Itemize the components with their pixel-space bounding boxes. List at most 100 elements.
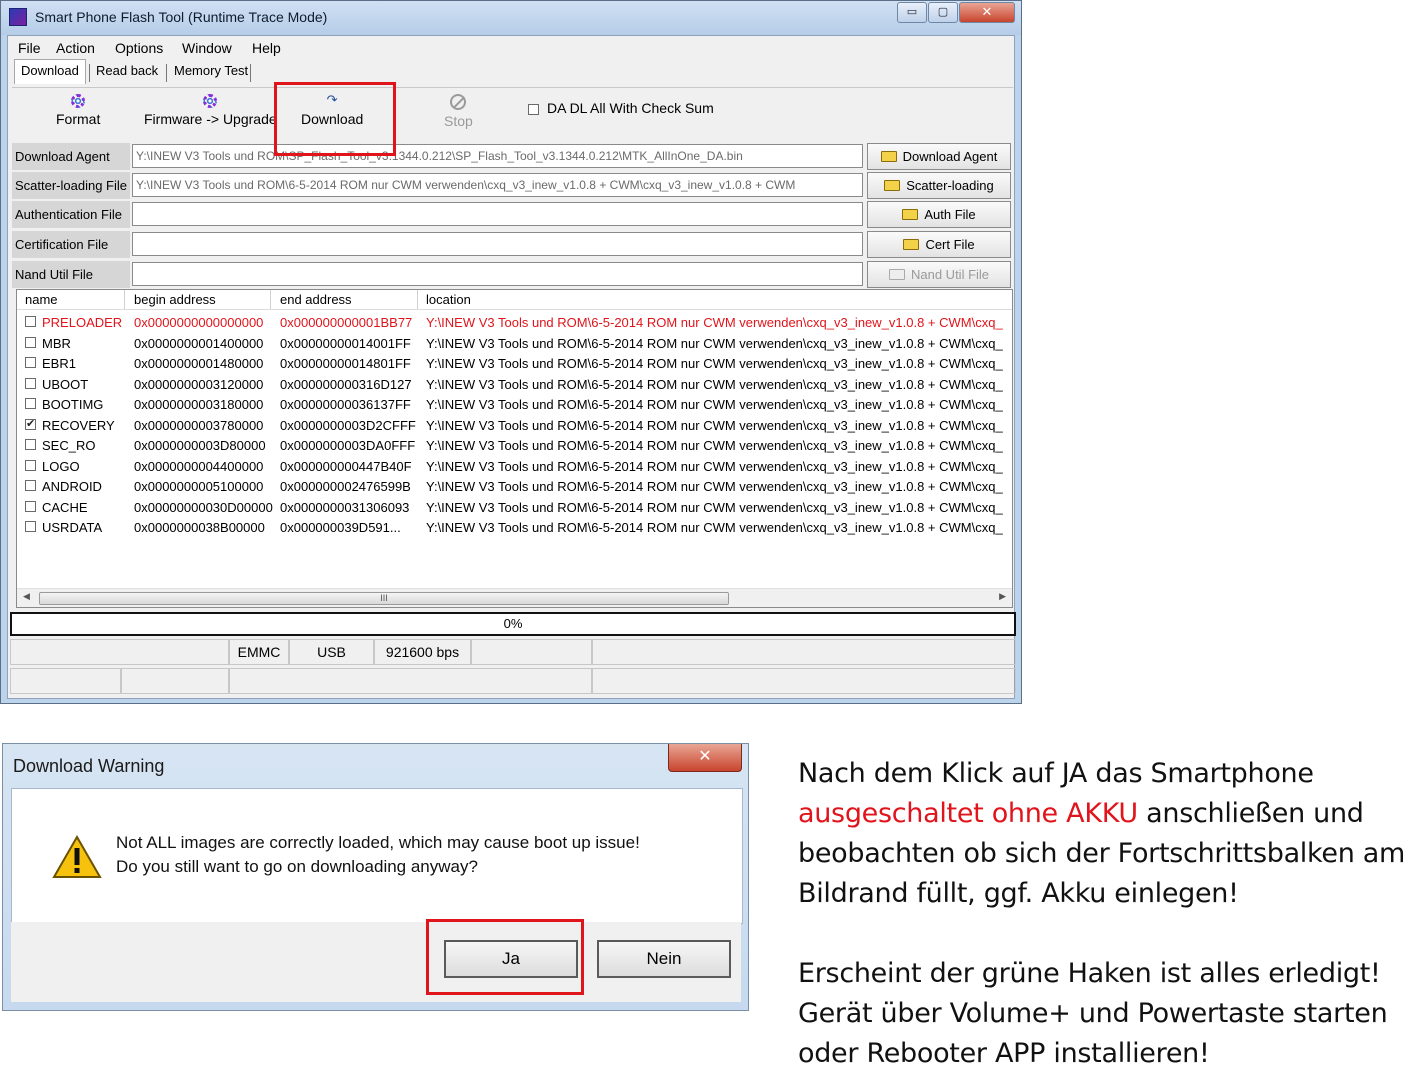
status-baud: 921600 bps	[374, 639, 471, 665]
download-highlight-frame	[274, 82, 396, 156]
column-begin-address[interactable]: begin address	[134, 292, 216, 307]
row-checkbox[interactable]	[25, 336, 36, 348]
row-name: CACHE	[42, 499, 88, 515]
folder-icon	[884, 180, 901, 192]
row-end-address: 0x00000000036137FF	[280, 397, 411, 412]
scatter-loading-field[interactable]: Y:\INEW V3 Tools und ROM\6-5-2014 ROM nu…	[132, 173, 863, 197]
stop-button[interactable]: Stop	[444, 94, 473, 129]
status-cell	[471, 639, 592, 665]
row-checkbox[interactable]	[25, 480, 36, 491]
row-checkbox[interactable]	[25, 398, 36, 409]
maximize-button[interactable]: ▢	[928, 2, 958, 23]
dialog-message: Not ALL images are correctly loaded, whi…	[116, 831, 640, 879]
row-location: Y:\INEW V3 Tools und ROM\6-5-2014 ROM nu…	[426, 417, 1003, 433]
firmware-upgrade-icon	[203, 94, 218, 108]
dialog-close-button[interactable]: ✕	[668, 744, 742, 772]
tab-read-back[interactable]: Read back	[92, 61, 162, 80]
format-button[interactable]: Format	[56, 94, 100, 127]
stop-label: Stop	[444, 113, 473, 129]
table-row[interactable]: PRELOADER 0x0000000000000000 0x00000000000…	[17, 312, 1012, 332]
status-cell	[592, 639, 1016, 665]
folder-icon	[880, 151, 897, 163]
auth-file-button-label: Auth File	[924, 207, 976, 222]
nand-util-field[interactable]	[132, 262, 863, 286]
table-row[interactable]: USRDATA 0x0000000038B00000 0x000000039D591…	[17, 517, 1012, 537]
firmware-upgrade-button[interactable]: Firmware -> Upgrade	[144, 94, 277, 127]
table-row[interactable]: ANDROID 0x0000000005100000 0x0000000024765…	[17, 476, 1012, 496]
row-checkbox[interactable]	[25, 357, 36, 368]
row-begin-address: 0x0000000003D80000	[134, 438, 266, 453]
row-name: USRDATA	[42, 520, 103, 535]
download-agent-field[interactable]: Y:\INEW V3 Tools und ROM\SP_Flash_Tool_v…	[132, 144, 863, 168]
row-location: Y:\INEW V3 Tools und ROM\6-5-2014 ROM nu…	[426, 315, 1003, 330]
instruction-text: Nach dem Klick auf JA das Smartphone ausg…	[798, 754, 1418, 1074]
column-end-address[interactable]: end address	[280, 292, 352, 307]
status-cell	[229, 668, 592, 694]
row-location: Y:\INEW V3 Tools und ROM\6-5-2014 ROM nu…	[426, 376, 1003, 392]
status-cell	[121, 668, 229, 694]
column-separator[interactable]	[270, 290, 271, 309]
row-begin-address: 0x0000000001400000	[134, 335, 264, 351]
nand-util-row: Nand Util File Nand Util File	[12, 261, 1013, 288]
scroll-thumb[interactable]: III	[39, 592, 729, 605]
dialog-title: Download Warning	[13, 756, 165, 776]
cert-file-button[interactable]: Cert File	[867, 231, 1011, 258]
row-checkbox[interactable]	[25, 377, 36, 389]
tab-memory-test[interactable]: Memory Test	[170, 61, 252, 80]
scroll-left-icon[interactable]: ◀	[23, 591, 30, 602]
row-checkbox[interactable]	[25, 459, 36, 471]
format-icon	[71, 94, 86, 108]
no-button[interactable]: Nein	[597, 940, 731, 978]
tab-strip: Download Read back Memory Test	[12, 58, 1014, 84]
auth-file-field[interactable]	[132, 202, 863, 226]
row-checkbox[interactable]	[25, 500, 36, 512]
nand-util-label: Nand Util File	[12, 261, 130, 288]
column-separator[interactable]	[417, 290, 418, 309]
cert-file-field[interactable]	[132, 232, 863, 256]
row-end-address: 0x0000000003D2CFFF	[280, 417, 416, 433]
checksum-option[interactable]: DA DL All With Check Sum	[528, 100, 714, 116]
row-location: Y:\INEW V3 Tools und ROM\6-5-2014 ROM nu…	[426, 438, 1003, 453]
table-row[interactable]: BOOTIMG 0x0000000003180000 0x0000000003613…	[17, 394, 1012, 414]
row-name: BOOTIMG	[42, 397, 104, 412]
menu-action[interactable]: Action	[56, 40, 95, 56]
row-begin-address: 0x0000000005100000	[134, 479, 264, 494]
scatter-loading-button[interactable]: Scatter-loading	[867, 172, 1011, 199]
tab-download[interactable]: Download	[14, 59, 86, 84]
column-name[interactable]: name	[25, 292, 58, 307]
minimize-button[interactable]: ▭	[897, 2, 927, 23]
close-button[interactable]: ✕	[959, 2, 1015, 23]
title-bar[interactable]: Smart Phone Flash Tool (Runtime Trace Mo…	[1, 1, 1021, 35]
nand-util-button[interactable]: Nand Util File	[867, 261, 1011, 288]
row-checkbox[interactable]	[25, 417, 36, 430]
folder-icon	[888, 269, 905, 281]
table-row[interactable]: EBR1 0x0000000001480000 0x00000000014801FF…	[17, 353, 1012, 373]
table-row[interactable]: SEC_RO 0x0000000003D80000 0x0000000003DA0F…	[17, 435, 1012, 455]
instruction-paragraph-1: Nach dem Klick auf JA das Smartphone ausg…	[798, 754, 1418, 914]
column-location[interactable]: location	[426, 292, 471, 307]
row-name: UBOOT	[42, 376, 89, 392]
checksum-label: DA DL All With Check Sum	[547, 100, 714, 116]
nand-util-button-label: Nand Util File	[910, 267, 990, 282]
table-row[interactable]: RECOVERY 0x0000000003780000 0x0000000003D2…	[17, 415, 1012, 435]
table-row[interactable]: MBR 0x0000000001400000 0x00000000014001FF Y…	[17, 333, 1012, 353]
column-separator[interactable]	[124, 290, 125, 309]
menu-window[interactable]: Window	[182, 40, 232, 56]
menu-options[interactable]: Options	[115, 40, 163, 56]
table-row[interactable]: UBOOT 0x0000000003120000 0x000000000316D12…	[17, 374, 1012, 394]
checksum-checkbox[interactable]	[528, 103, 539, 115]
horizontal-scrollbar[interactable]: ◀ III ▶	[17, 588, 1012, 607]
row-location: Y:\INEW V3 Tools und ROM\6-5-2014 ROM nu…	[426, 458, 1003, 474]
row-begin-address: 0x0000000038B00000	[134, 520, 265, 535]
auth-file-button[interactable]: Auth File	[867, 201, 1011, 228]
menu-help[interactable]: Help	[252, 40, 281, 56]
table-row[interactable]: LOGO 0x0000000004400000 0x000000000447B40F…	[17, 456, 1012, 476]
menu-file[interactable]: File	[18, 40, 41, 56]
row-checkbox[interactable]	[25, 521, 36, 532]
row-checkbox[interactable]	[25, 316, 36, 327]
scroll-right-icon[interactable]: ▶	[999, 591, 1006, 602]
row-checkbox[interactable]	[25, 439, 36, 450]
download-agent-button[interactable]: Download Agent	[867, 143, 1011, 170]
table-row[interactable]: CACHE 0x00000000030D00000 0x00000000313060…	[17, 497, 1012, 517]
